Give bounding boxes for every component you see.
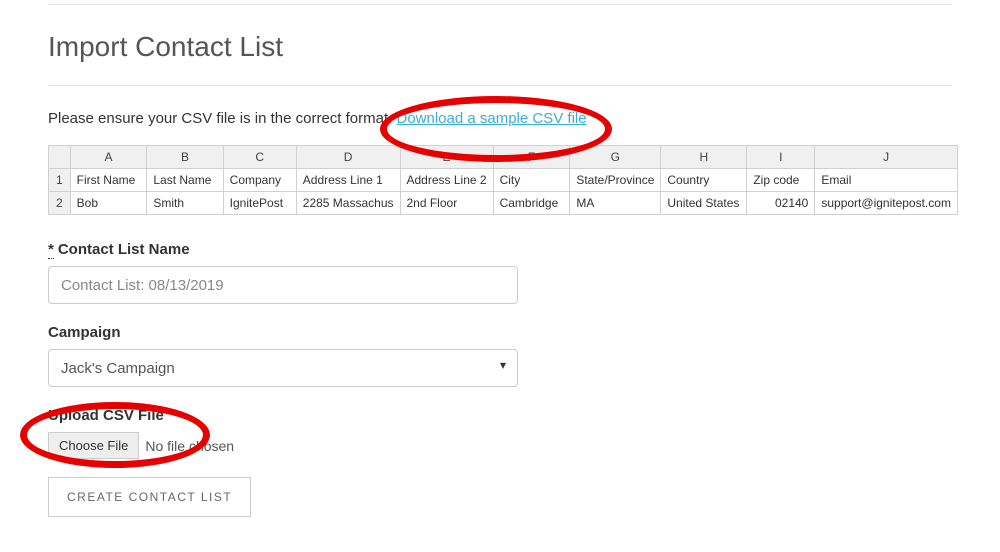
col-head: B [147,146,223,169]
col-head: A [70,146,147,169]
col-head: E [400,146,493,169]
instruction-prefix: Please ensure your CSV file is in the co… [48,110,396,127]
cell: 2285 Massachus [296,192,400,215]
col-head: I [747,146,815,169]
table-row: 1 First Name Last Name Company Address L… [49,169,958,192]
campaign-label: Campaign [48,324,952,341]
cell: Email [815,169,958,192]
cell: Bob [70,192,147,215]
cell: Address Line 1 [296,169,400,192]
cell: Company [223,169,296,192]
contact-list-name-label: *Contact List Name [48,241,952,258]
cell: MA [570,192,661,215]
create-contact-list-button[interactable]: CREATE CONTACT LIST [48,477,251,517]
contact-list-name-input[interactable] [48,266,518,304]
col-head: C [223,146,296,169]
col-head: D [296,146,400,169]
file-status-text: No file chosen [145,438,234,454]
sheet-corner [49,146,71,169]
cell: Country [661,169,747,192]
col-head: J [815,146,958,169]
sample-spreadsheet: A B C D E F G H I J 1 First Name Last Na… [48,145,958,215]
col-head: G [570,146,661,169]
instruction-text: Please ensure your CSV file is in the co… [48,110,952,127]
cell: 02140 [747,192,815,215]
cell: 2nd Floor [400,192,493,215]
table-row: 2 Bob Smith IgnitePost 2285 Massachus 2n… [49,192,958,215]
cell: Cambridge [493,192,570,215]
row-head: 1 [49,169,71,192]
cell: United States [661,192,747,215]
col-head: F [493,146,570,169]
cell: Zip code [747,169,815,192]
required-asterisk: * [48,241,54,259]
upload-csv-label: Upload CSV File [48,407,952,424]
choose-file-button[interactable]: Choose File [48,432,139,459]
cell: First Name [70,169,147,192]
cell: Last Name [147,169,223,192]
row-head: 2 [49,192,71,215]
download-sample-link[interactable]: Download a sample CSV file [396,110,586,127]
cell: IgnitePost [223,192,296,215]
cell: Smith [147,192,223,215]
cell: Address Line 2 [400,169,493,192]
campaign-select[interactable]: Jack's Campaign [48,349,518,387]
cell: City [493,169,570,192]
col-head: H [661,146,747,169]
cell: State/Province [570,169,661,192]
cell: support@ignitepost.com [815,192,958,215]
page-title: Import Contact List [48,31,952,63]
